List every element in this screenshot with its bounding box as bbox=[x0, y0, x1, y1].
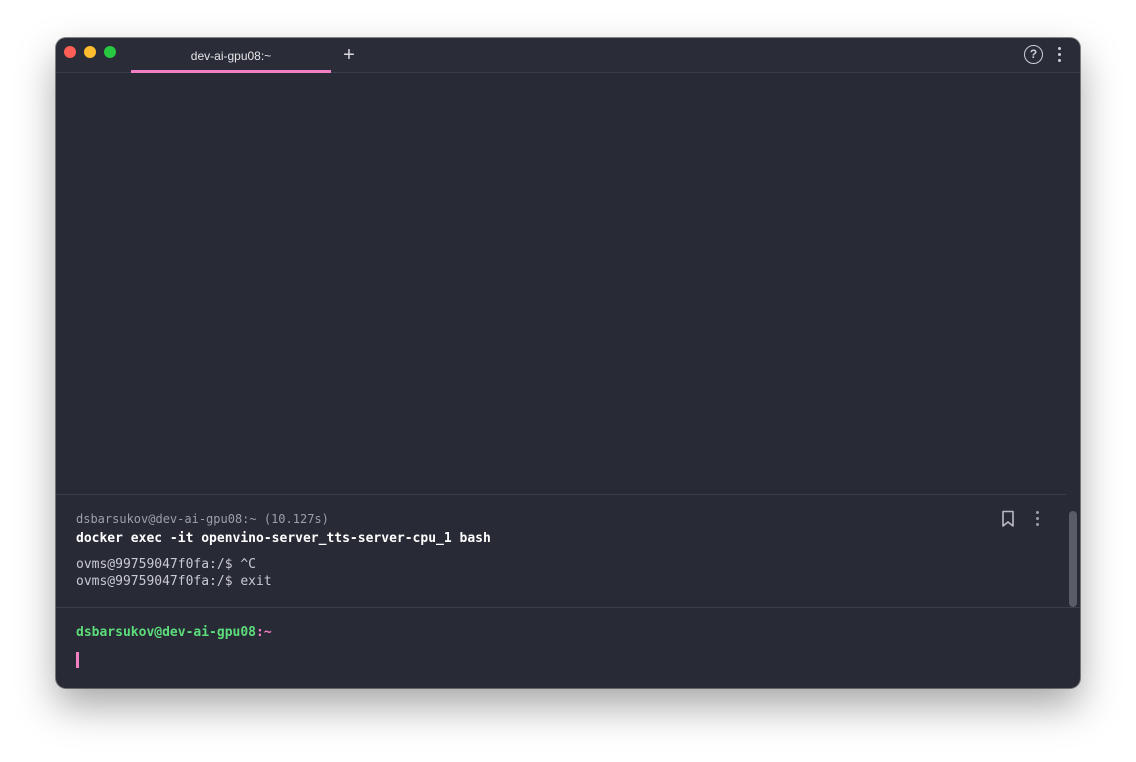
help-icon[interactable]: ? bbox=[1024, 45, 1043, 64]
block-divider bbox=[56, 494, 1066, 495]
input-cursor[interactable] bbox=[76, 652, 79, 668]
output-line: ovms@99759047f0fa:/$ ^C bbox=[76, 557, 257, 572]
prompt-user-host: dsbarsukov@dev-ai-gpu08 bbox=[76, 625, 257, 640]
more-vertical-icon[interactable] bbox=[1056, 47, 1064, 63]
title-bar: dev-ai-gpu08:~ + ? bbox=[56, 38, 1080, 73]
terminal-window: dev-ai-gpu08:~ + ? dsbarsukov@dev-ai-gpu… bbox=[56, 38, 1080, 688]
new-tab-button[interactable]: + bbox=[339, 44, 359, 66]
input-divider bbox=[56, 607, 1080, 608]
minimize-button[interactable] bbox=[84, 46, 96, 58]
active-tab-indicator bbox=[131, 70, 331, 73]
block-more-icon[interactable] bbox=[1034, 511, 1042, 527]
output-line: ovms@99759047f0fa:/$ exit bbox=[76, 574, 272, 589]
block-command: docker exec -it openvino-server_tts-serv… bbox=[76, 531, 491, 546]
plus-icon: + bbox=[343, 44, 355, 66]
tab-dev-ai-gpu08[interactable]: dev-ai-gpu08:~ bbox=[131, 38, 331, 73]
scrollbar-thumb[interactable] bbox=[1069, 511, 1077, 607]
bookmark-icon[interactable] bbox=[1000, 510, 1016, 528]
block-header: dsbarsukov@dev-ai-gpu08:~ (10.127s) bbox=[76, 512, 329, 526]
maximize-button[interactable] bbox=[104, 46, 116, 58]
tab-label: dev-ai-gpu08:~ bbox=[190, 48, 272, 63]
close-button[interactable] bbox=[64, 46, 76, 58]
prompt-path: :~ bbox=[256, 625, 272, 640]
prompt: dsbarsukov@dev-ai-gpu08:~ bbox=[76, 625, 272, 640]
